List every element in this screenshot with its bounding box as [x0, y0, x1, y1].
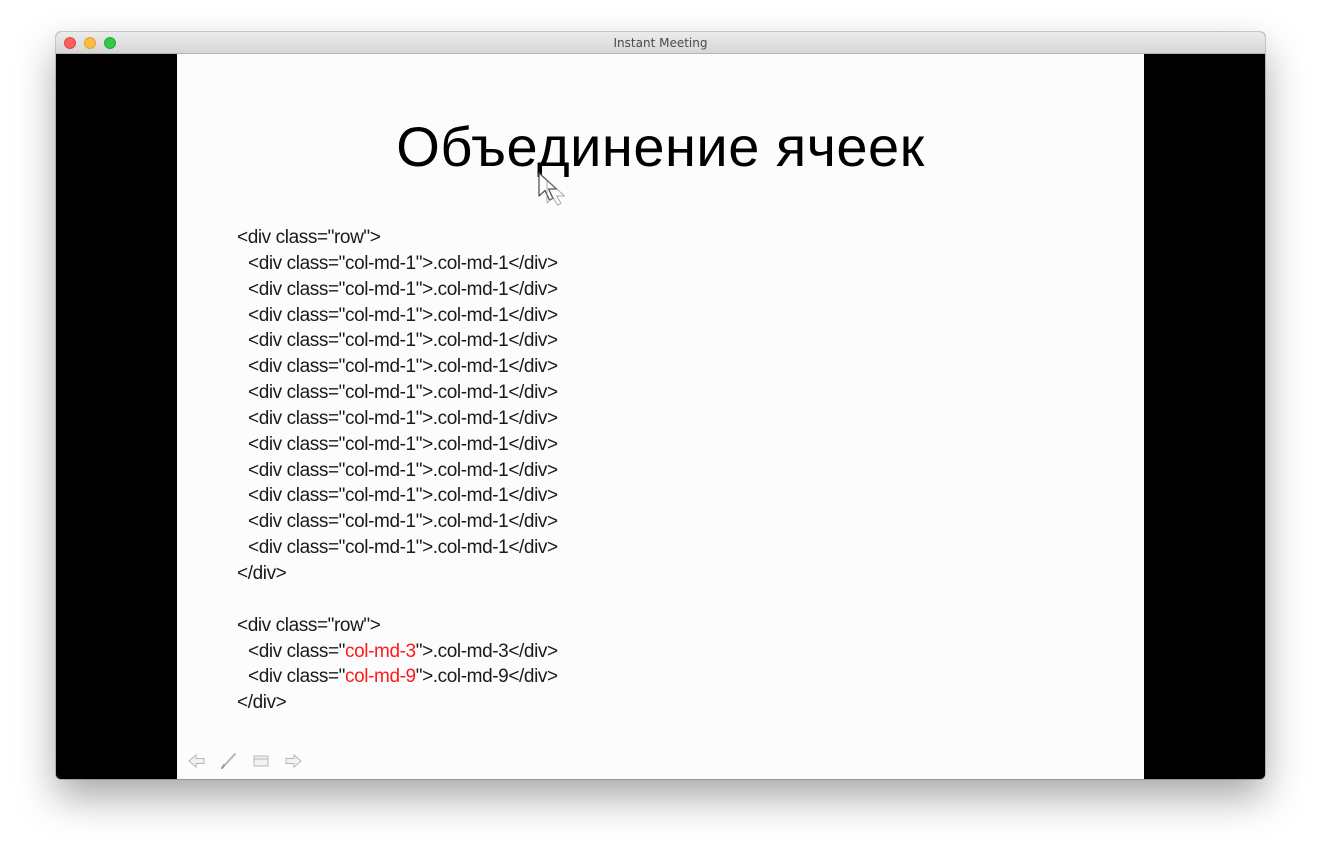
code-line-row-open: <div class="row">: [237, 614, 381, 636]
code-line-row-open: <div class="row">: [237, 227, 381, 248]
highlighted-class-name: col-md-3: [345, 640, 416, 662]
code-line-row-close: </div>: [237, 562, 287, 584]
title-bar[interactable]: Instant Meeting: [56, 32, 1265, 54]
code-line: <div class="col-md-3">.col-md-3</div>: [248, 640, 558, 662]
pen-icon[interactable]: [219, 752, 239, 770]
window-title: Instant Meeting: [613, 36, 708, 50]
code-line: <div class="col-md-1">.col-md-1</div>: [248, 433, 558, 455]
highlighted-class-name: col-md-9: [345, 666, 416, 688]
slide-menu-icon[interactable]: [251, 752, 271, 770]
code-line: <div class="col-md-1">.col-md-1</div>: [248, 356, 558, 378]
code-line: <div class="col-md-1">.col-md-1</div>: [248, 407, 558, 429]
mouse-pointer-icon: [538, 172, 565, 206]
code-line: <div class="col-md-1">.col-md-1</div>: [248, 252, 558, 274]
code-line: <div class="col-md-1">.col-md-1</div>: [248, 511, 558, 533]
prev-slide-arrow-icon[interactable]: [187, 752, 207, 770]
code-line: <div class="col-md-1">.col-md-1</div>: [248, 330, 558, 352]
next-slide-arrow-icon[interactable]: [283, 752, 303, 770]
code-line: <div class="col-md-1">.col-md-1</div>: [248, 278, 558, 300]
slide-title: Объединение ячеек: [396, 115, 925, 178]
code-line: <div class="col-md-1">.col-md-1</div>: [248, 304, 558, 326]
app-window: Instant Meeting Объединение ячеек <div c…: [56, 32, 1265, 779]
code-line: <div class="col-md-1">.col-md-1</div>: [248, 459, 558, 481]
slide[interactable]: Объединение ячеек <div class="row"> <div…: [177, 54, 1144, 779]
code-line: <div class="col-md-1">.col-md-1</div>: [248, 485, 558, 507]
code-spacer: [237, 587, 558, 613]
code-line: <div class="col-md-1">.col-md-1</div>: [248, 537, 558, 559]
code-line: <div class="col-md-9">.col-md-9</div>: [248, 666, 558, 688]
code-listing: <div class="row"> <div class="col-md-1">…: [237, 225, 558, 716]
code-line: <div class="col-md-1">.col-md-1</div>: [248, 382, 558, 404]
presentation-stage: Объединение ячеек <div class="row"> <div…: [56, 54, 1265, 779]
code-line-row-close: </div>: [237, 692, 287, 714]
